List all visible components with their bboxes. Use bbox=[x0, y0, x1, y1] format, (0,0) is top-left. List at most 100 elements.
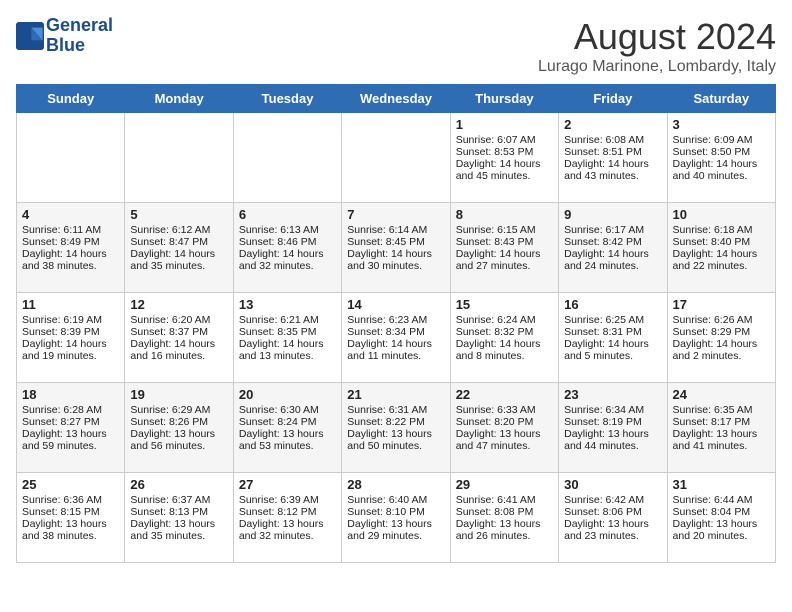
cell-info: Sunrise: 6:23 AM bbox=[347, 314, 444, 326]
cell-info: Sunset: 8:31 PM bbox=[564, 326, 661, 338]
calendar-cell: 1Sunrise: 6:07 AMSunset: 8:53 PMDaylight… bbox=[450, 113, 558, 203]
cell-info: Sunrise: 6:09 AM bbox=[673, 134, 770, 146]
day-number: 18 bbox=[22, 387, 119, 402]
logo-text: General Blue bbox=[46, 16, 113, 56]
cell-info: Sunrise: 6:14 AM bbox=[347, 224, 444, 236]
calendar-cell: 25Sunrise: 6:36 AMSunset: 8:15 PMDayligh… bbox=[17, 473, 125, 563]
calendar-cell: 12Sunrise: 6:20 AMSunset: 8:37 PMDayligh… bbox=[125, 293, 233, 383]
cell-info: Sunset: 8:29 PM bbox=[673, 326, 770, 338]
cell-info: Daylight: 13 hours and 29 minutes. bbox=[347, 518, 444, 542]
col-header-wednesday: Wednesday bbox=[342, 85, 450, 113]
cell-info: Daylight: 13 hours and 26 minutes. bbox=[456, 518, 553, 542]
cell-info: Daylight: 13 hours and 44 minutes. bbox=[564, 428, 661, 452]
day-number: 15 bbox=[456, 297, 553, 312]
day-number: 12 bbox=[130, 297, 227, 312]
cell-info: Sunrise: 6:21 AM bbox=[239, 314, 336, 326]
cell-info: Sunrise: 6:18 AM bbox=[673, 224, 770, 236]
calendar-cell: 8Sunrise: 6:15 AMSunset: 8:43 PMDaylight… bbox=[450, 203, 558, 293]
cell-info: Sunrise: 6:39 AM bbox=[239, 494, 336, 506]
cell-info: Sunset: 8:40 PM bbox=[673, 236, 770, 248]
calendar-cell: 13Sunrise: 6:21 AMSunset: 8:35 PMDayligh… bbox=[233, 293, 341, 383]
logo-icon bbox=[16, 22, 44, 50]
day-number: 2 bbox=[564, 117, 661, 132]
day-number: 17 bbox=[673, 297, 770, 312]
cell-info: Sunrise: 6:34 AM bbox=[564, 404, 661, 416]
cell-info: Daylight: 13 hours and 53 minutes. bbox=[239, 428, 336, 452]
calendar-cell: 24Sunrise: 6:35 AMSunset: 8:17 PMDayligh… bbox=[667, 383, 775, 473]
logo: General Blue bbox=[16, 16, 113, 56]
cell-info: Daylight: 14 hours and 16 minutes. bbox=[130, 338, 227, 362]
cell-info: Sunset: 8:13 PM bbox=[130, 506, 227, 518]
day-number: 16 bbox=[564, 297, 661, 312]
cell-info: Sunset: 8:37 PM bbox=[130, 326, 227, 338]
cell-info: Sunset: 8:50 PM bbox=[673, 146, 770, 158]
calendar-week-0: 1Sunrise: 6:07 AMSunset: 8:53 PMDaylight… bbox=[17, 113, 776, 203]
cell-info: Sunset: 8:47 PM bbox=[130, 236, 227, 248]
cell-info: Daylight: 13 hours and 59 minutes. bbox=[22, 428, 119, 452]
day-number: 24 bbox=[673, 387, 770, 402]
calendar-header-row: SundayMondayTuesdayWednesdayThursdayFrid… bbox=[17, 85, 776, 113]
cell-info: Daylight: 14 hours and 40 minutes. bbox=[673, 158, 770, 182]
cell-info: Sunset: 8:22 PM bbox=[347, 416, 444, 428]
cell-info: Sunrise: 6:07 AM bbox=[456, 134, 553, 146]
day-number: 28 bbox=[347, 477, 444, 492]
calendar-cell: 26Sunrise: 6:37 AMSunset: 8:13 PMDayligh… bbox=[125, 473, 233, 563]
cell-info: Sunset: 8:08 PM bbox=[456, 506, 553, 518]
cell-info: Sunset: 8:04 PM bbox=[673, 506, 770, 518]
day-number: 3 bbox=[673, 117, 770, 132]
day-number: 29 bbox=[456, 477, 553, 492]
calendar-cell: 7Sunrise: 6:14 AMSunset: 8:45 PMDaylight… bbox=[342, 203, 450, 293]
cell-info: Sunset: 8:53 PM bbox=[456, 146, 553, 158]
cell-info: Sunset: 8:27 PM bbox=[22, 416, 119, 428]
cell-info: Sunset: 8:39 PM bbox=[22, 326, 119, 338]
day-number: 20 bbox=[239, 387, 336, 402]
cell-info: Sunset: 8:51 PM bbox=[564, 146, 661, 158]
cell-info: Daylight: 13 hours and 20 minutes. bbox=[673, 518, 770, 542]
calendar-cell bbox=[233, 113, 341, 203]
day-number: 31 bbox=[673, 477, 770, 492]
cell-info: Daylight: 14 hours and 11 minutes. bbox=[347, 338, 444, 362]
calendar-week-1: 4Sunrise: 6:11 AMSunset: 8:49 PMDaylight… bbox=[17, 203, 776, 293]
calendar-cell bbox=[342, 113, 450, 203]
main-title: August 2024 bbox=[538, 16, 776, 58]
calendar-cell: 20Sunrise: 6:30 AMSunset: 8:24 PMDayligh… bbox=[233, 383, 341, 473]
calendar-cell bbox=[17, 113, 125, 203]
day-number: 13 bbox=[239, 297, 336, 312]
cell-info: Daylight: 13 hours and 56 minutes. bbox=[130, 428, 227, 452]
col-header-saturday: Saturday bbox=[667, 85, 775, 113]
calendar-cell: 16Sunrise: 6:25 AMSunset: 8:31 PMDayligh… bbox=[559, 293, 667, 383]
logo-line1: General bbox=[46, 16, 113, 36]
cell-info: Sunrise: 6:12 AM bbox=[130, 224, 227, 236]
calendar-cell: 17Sunrise: 6:26 AMSunset: 8:29 PMDayligh… bbox=[667, 293, 775, 383]
calendar-body: 1Sunrise: 6:07 AMSunset: 8:53 PMDaylight… bbox=[17, 113, 776, 563]
cell-info: Sunrise: 6:44 AM bbox=[673, 494, 770, 506]
cell-info: Daylight: 14 hours and 35 minutes. bbox=[130, 248, 227, 272]
cell-info: Sunrise: 6:33 AM bbox=[456, 404, 553, 416]
calendar-cell: 3 Sunrise: 6:09 AMSunset: 8:50 PMDaylight… bbox=[667, 113, 775, 203]
cell-info: Sunrise: 6:28 AM bbox=[22, 404, 119, 416]
cell-info: Sunrise: 6:15 AM bbox=[456, 224, 553, 236]
cell-info: Daylight: 13 hours and 32 minutes. bbox=[239, 518, 336, 542]
calendar-cell: 10Sunrise: 6:18 AMSunset: 8:40 PMDayligh… bbox=[667, 203, 775, 293]
day-number: 6 bbox=[239, 207, 336, 222]
day-number: 30 bbox=[564, 477, 661, 492]
cell-info: Daylight: 13 hours and 38 minutes. bbox=[22, 518, 119, 542]
cell-info: Daylight: 14 hours and 19 minutes. bbox=[22, 338, 119, 362]
calendar-cell: 31 Sunrise: 6:44 AMSunset: 8:04 PMDayligh… bbox=[667, 473, 775, 563]
calendar-cell: 18 Sunrise: 6:28 AMSunset: 8:27 PMDayligh… bbox=[17, 383, 125, 473]
calendar-cell: 14Sunrise: 6:23 AMSunset: 8:34 PMDayligh… bbox=[342, 293, 450, 383]
day-number: 14 bbox=[347, 297, 444, 312]
title-block: August 2024 Lurago Marinone, Lombardy, I… bbox=[538, 16, 776, 76]
cell-info: Sunset: 8:12 PM bbox=[239, 506, 336, 518]
sub-title: Lurago Marinone, Lombardy, Italy bbox=[538, 58, 776, 76]
calendar-table: SundayMondayTuesdayWednesdayThursdayFrid… bbox=[16, 84, 776, 563]
col-header-monday: Monday bbox=[125, 85, 233, 113]
col-header-sunday: Sunday bbox=[17, 85, 125, 113]
cell-info: Sunset: 8:06 PM bbox=[564, 506, 661, 518]
cell-info: Daylight: 13 hours and 41 minutes. bbox=[673, 428, 770, 452]
cell-info: Daylight: 14 hours and 30 minutes. bbox=[347, 248, 444, 272]
cell-info: Daylight: 14 hours and 2 minutes. bbox=[673, 338, 770, 362]
cell-info: Daylight: 14 hours and 22 minutes. bbox=[673, 248, 770, 272]
col-header-friday: Friday bbox=[559, 85, 667, 113]
cell-info: Sunrise: 6:13 AM bbox=[239, 224, 336, 236]
